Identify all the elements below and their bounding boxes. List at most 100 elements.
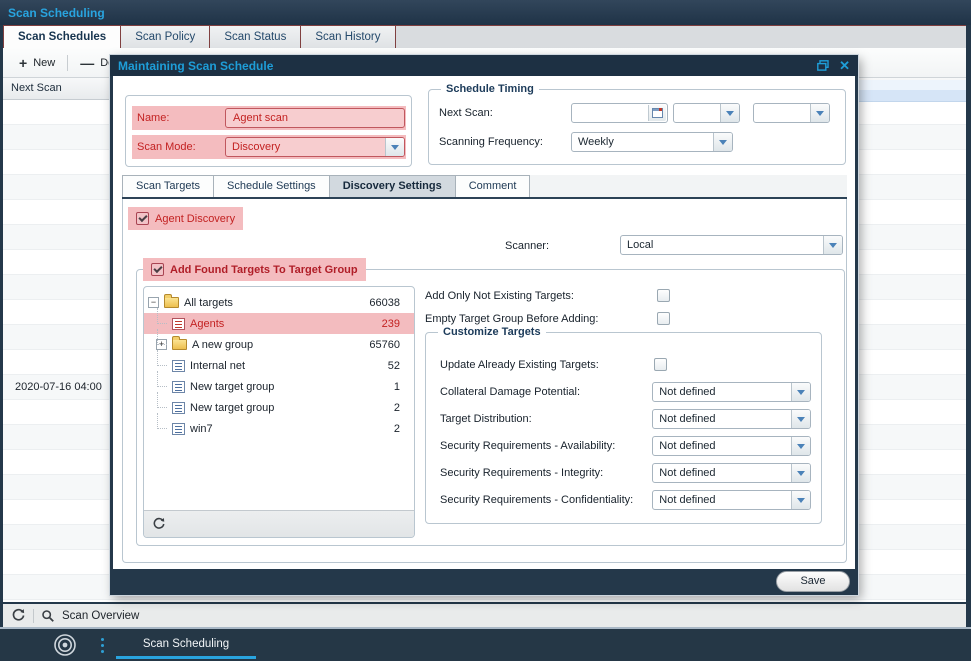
grid-selected-row-top[interactable] <box>856 80 966 90</box>
close-icon[interactable]: ✕ <box>839 59 850 72</box>
dialog-titlebar[interactable]: Maintaining Scan Schedule ✕ <box>110 55 858 76</box>
add-found-targets-checkbox[interactable] <box>151 263 164 276</box>
chevron-down-icon <box>810 104 829 122</box>
statusbar-divider <box>33 609 34 623</box>
tree-item-all-targets[interactable]: −All targets66038 <box>144 292 414 313</box>
tree-item-count: 52 <box>388 360 400 372</box>
next-scan-date-input[interactable] <box>571 103 668 123</box>
customize-targets-groupbox: Customize Targets Update Already Existin… <box>425 332 822 524</box>
tree-item-label: Agents <box>190 318 224 330</box>
target-group-icon <box>172 318 185 330</box>
customize-row-security-requirements-integrity-: Security Requirements - Integrity:Not de… <box>440 459 811 486</box>
empty-target-group-before-adding--checkbox[interactable] <box>657 312 670 325</box>
drag-handle-dots[interactable] <box>101 638 104 653</box>
toolbar-divider <box>67 55 68 71</box>
scanning-frequency-value: Weekly <box>572 133 732 151</box>
tab-scan-schedules[interactable]: Scan Schedules <box>3 26 121 48</box>
customize-row-security-requirements-confidentiality-: Security Requirements - Confidentiality:… <box>440 486 811 513</box>
option-row-add-only-not-existing-targets-: Add Only Not Existing Targets: <box>425 284 830 307</box>
main-tabstrip: Scan SchedulesScan PolicyScan StatusScan… <box>3 25 966 48</box>
expand-icon[interactable]: + <box>156 339 167 350</box>
window-title: Scan Scheduling <box>8 6 105 20</box>
folder-icon <box>172 339 187 350</box>
folder-icon <box>164 297 179 308</box>
tree-footer <box>144 510 414 537</box>
new-button[interactable]: + New <box>11 52 63 74</box>
agent-discovery-option[interactable]: Agent Discovery <box>128 207 243 230</box>
scanner-select[interactable]: Local <box>620 235 843 255</box>
tree-item-count: 2 <box>394 402 400 414</box>
refresh-icon[interactable] <box>11 608 26 623</box>
bullseye-icon[interactable] <box>53 633 77 657</box>
tree-item-internal-net[interactable]: Internal net52 <box>144 355 414 376</box>
dialog-tab-schedule-settings[interactable]: Schedule Settings <box>214 175 330 197</box>
task-tab-scan-scheduling[interactable]: Scan Scheduling <box>116 638 256 652</box>
statusbar: Scan Overview <box>3 602 966 627</box>
agent-discovery-checkbox[interactable] <box>136 212 149 225</box>
scan-mode-value: Discovery <box>226 138 404 156</box>
tree-item-label: A new group <box>192 339 253 351</box>
target-distribution--select[interactable]: Not defined <box>652 409 811 429</box>
update-already-existing-targets--checkbox[interactable] <box>654 358 667 371</box>
tree-item-a-new-group[interactable]: +A new group65760 <box>144 334 414 355</box>
customize-targets-legend: Customize Targets <box>438 325 546 339</box>
tree-item-agents[interactable]: Agents 239 <box>144 313 414 334</box>
target-group-icon <box>172 360 185 372</box>
next-scan-hour-select[interactable] <box>673 103 740 123</box>
dialog-tab-discovery-settings[interactable]: Discovery Settings <box>330 175 456 197</box>
agent-discovery-label: Agent Discovery <box>155 213 235 225</box>
dialog-tab-scan-targets[interactable]: Scan Targets <box>122 175 214 197</box>
scan-mode-select[interactable]: Discovery <box>225 137 405 157</box>
tree-item-count: 2 <box>394 423 400 435</box>
tree-rows: −All targets66038Agents239+A new group65… <box>144 287 414 510</box>
add-found-targets-groupbox: Add Found Targets To Target Group −All t… <box>136 269 845 546</box>
dialog-tab-comment[interactable]: Comment <box>456 175 531 197</box>
customize-label: Collateral Damage Potential: <box>440 386 652 398</box>
tab-scan-policy[interactable]: Scan Policy <box>121 26 210 48</box>
security-requirements-confidentiality--select-value: Not defined <box>653 491 810 509</box>
tree-item-label: New target group <box>190 402 274 414</box>
security-requirements-confidentiality--select[interactable]: Not defined <box>652 490 811 510</box>
tree-item-new-target-group[interactable]: New target group1 <box>144 376 414 397</box>
search-icon[interactable] <box>41 609 55 623</box>
chevron-down-icon <box>791 491 810 509</box>
collateral-damage-potential--select[interactable]: Not defined <box>652 382 811 402</box>
customize-label: Security Requirements - Confidentiality: <box>440 494 652 506</box>
discovery-settings-panel: Agent Discovery Scanner: Local Add Found… <box>122 199 847 563</box>
add-found-targets-option[interactable]: Add Found Targets To Target Group <box>143 258 366 281</box>
add-only-not-existing-targets--checkbox[interactable] <box>657 289 670 302</box>
collateral-damage-potential--select-value: Not defined <box>653 383 810 401</box>
target-group-icon <box>172 423 185 435</box>
customize-row-security-requirements-availability-: Security Requirements - Availability:Not… <box>440 432 811 459</box>
tree-item-win7[interactable]: win72 <box>144 418 414 439</box>
search-scope-label[interactable]: Scan Overview <box>62 610 139 622</box>
scanning-frequency-label: Scanning Frequency: <box>439 136 543 148</box>
security-requirements-integrity--select[interactable]: Not defined <box>652 463 811 483</box>
tab-scan-history[interactable]: Scan History <box>301 26 395 48</box>
calendar-icon[interactable] <box>648 105 666 121</box>
restore-icon[interactable] <box>817 60 829 71</box>
tree-item-count: 239 <box>382 318 400 330</box>
scanning-frequency-select[interactable]: Weekly <box>571 132 733 152</box>
name-field-row: Name: Agent scan <box>132 106 406 130</box>
refresh-icon[interactable] <box>152 517 166 531</box>
target-group-icon <box>172 402 185 414</box>
grid-selected-row[interactable] <box>856 90 966 102</box>
chevron-down-icon <box>791 464 810 482</box>
collapse-icon[interactable]: − <box>148 297 159 308</box>
next-scan-minute-select[interactable] <box>753 103 830 123</box>
dialog-body: Name: Agent scan Scan Mode: Discovery Sc… <box>113 76 855 569</box>
chevron-down-icon <box>791 410 810 428</box>
name-input[interactable]: Agent scan <box>225 108 405 128</box>
customize-label: Target Distribution: <box>440 413 652 425</box>
customize-label: Security Requirements - Availability: <box>440 440 652 452</box>
name-label: Name: <box>132 112 169 124</box>
dialog-tabstrip: Scan TargetsSchedule SettingsDiscovery S… <box>122 175 847 199</box>
tab-scan-status[interactable]: Scan Status <box>210 26 301 48</box>
tree-item-new-target-group[interactable]: New target group 2 <box>144 397 414 418</box>
save-button[interactable]: Save <box>776 571 850 592</box>
next-scan-label: Next Scan: <box>439 107 493 119</box>
security-requirements-availability--select[interactable]: Not defined <box>652 436 811 456</box>
tree-item-count: 1 <box>394 381 400 393</box>
minus-icon: — <box>80 56 94 70</box>
